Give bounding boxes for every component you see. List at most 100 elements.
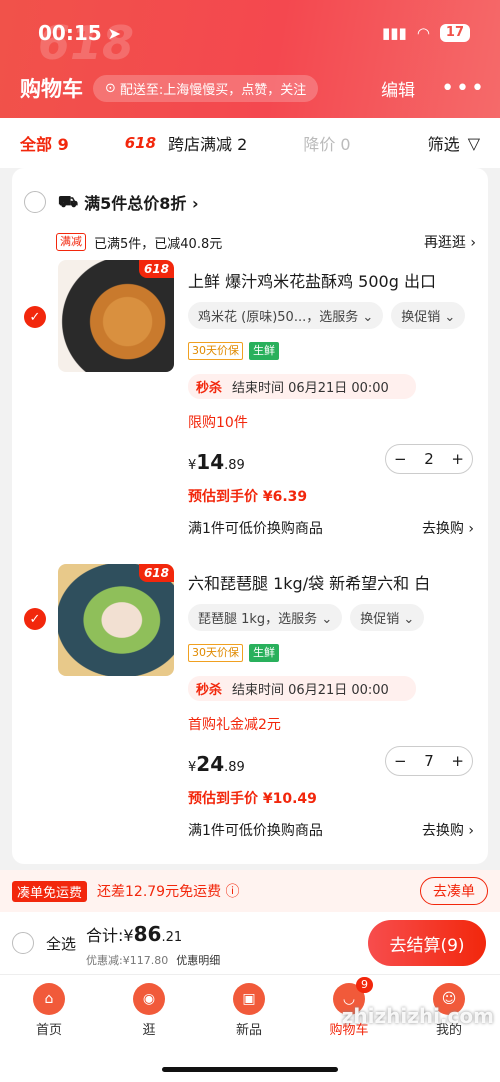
item-1-quantity-stepper: − 2 + [385, 444, 473, 474]
select-all-label: 全选 [46, 934, 77, 953]
decrement-button[interactable]: − [394, 450, 407, 468]
item-1-spec-selector[interactable]: 鸡米花 (原味)50...，选服务 ⌄ [188, 302, 384, 329]
item-1-618-badge: 618 [138, 260, 174, 278]
total-integer: 86 [133, 922, 162, 946]
filter-price-drop[interactable]: 降价 0 [303, 131, 350, 155]
funnel-icon: ▽ [467, 133, 480, 153]
status-time: 00:15 [38, 21, 102, 45]
store-icon: ⛟ [58, 191, 79, 211]
free-shipping-message: 还差12.79元免运费 ⓘ [97, 884, 240, 900]
item-1-price-protect-tag: 30天价保 [188, 342, 243, 360]
item-2-swap-link[interactable]: 去换购 › [422, 820, 474, 840]
page-title: 购物车 [20, 77, 83, 101]
item-2-image[interactable]: 618 [58, 564, 174, 676]
new-products-icon: ▣ [233, 983, 265, 1015]
checkout-bar: 全选 合计:¥86.21 优惠减:¥117.80 优惠明细 去结算(9) [0, 912, 500, 974]
item-1-tags: 30天价保 生鲜 [188, 342, 279, 360]
tab-browse-label: 逛 [142, 1023, 156, 1038]
item-1-quantity[interactable]: 2 [424, 450, 434, 468]
wifi-icon: ◠ [416, 24, 430, 42]
checkmark-icon: ✓ [24, 608, 46, 630]
item-1-swap-text: 满1件可低价换购商品 [188, 521, 323, 537]
filter-bar: 全部 9 618 跨店满减 2 降价 0 筛选 ▽ [0, 118, 500, 168]
checkmark-icon: ✓ [24, 306, 46, 328]
item-2-checkbox[interactable]: ✓ [24, 608, 46, 630]
item-1-promo-selector[interactable]: 换促销 ⌄ [391, 302, 466, 329]
item-2-price: ¥24.89 [188, 752, 245, 776]
item-2-title[interactable]: 六和琵琶腿 1kg/袋 新希望六和 白 [188, 570, 480, 594]
filter-cross-store[interactable]: 跨店满减 2 [168, 131, 247, 155]
item-1-image[interactable]: 618 [58, 260, 174, 372]
item-2-flash-end-time: 结束时间 06月21日 00:00 [232, 683, 389, 698]
tab-new[interactable]: ▣ 新品 [204, 983, 294, 1038]
item-2-flash-label: 秒杀 [196, 683, 223, 698]
battery-level: 17 [439, 24, 470, 42]
increment-button[interactable]: + [451, 752, 464, 770]
shop-promo-text: 满5件总价8折 › [84, 194, 199, 213]
delivery-address[interactable]: ⊙ 配送至:上海慢慢买，点赞，关注 [93, 74, 319, 102]
location-pin-icon: ⊙ [105, 80, 116, 96]
discount-amount: 优惠减:¥117.80 [86, 954, 169, 967]
more-menu-icon[interactable]: ••• [441, 76, 486, 101]
increment-button[interactable]: + [451, 450, 464, 468]
item-1-swap-link[interactable]: 去换购 › [422, 518, 474, 538]
filter-618-badge[interactable]: 618 [125, 134, 156, 152]
item-2-tags: 30天价保 生鲜 [188, 644, 279, 662]
item-1-flash-end-time: 结束时间 06月21日 00:00 [232, 381, 389, 396]
cart-count-badge: 9 [356, 977, 373, 993]
top-nav: 购物车 ⊙ 配送至:上海慢慢买，点赞，关注 编辑 ••• [20, 70, 486, 106]
item-1-flash-sale: 秒杀 结束时间 06月21日 00:00 [188, 374, 416, 399]
total-currency: ¥ [123, 926, 134, 945]
free-shipping-bar: 凑单免运费 还差12.79元免运费 ⓘ 去凑单 [0, 870, 500, 912]
item-2-swap-row: 满1件可低价换购商品 去换购 › [188, 820, 474, 840]
item-2-quantity[interactable]: 7 [424, 752, 434, 770]
item-1-title[interactable]: 上鲜 爆汁鸡米花盐酥鸡 500g 出口 [188, 268, 480, 292]
shop-promo-label[interactable]: ⛟ 满5件总价8折 › [58, 190, 199, 214]
item-1-checkbox[interactable]: ✓ [24, 306, 46, 328]
filter-button[interactable]: 筛选 ▽ [428, 131, 480, 155]
item-2-flash-sale: 秒杀 结束时间 06月21日 00:00 [188, 676, 416, 701]
item-2-estimate: 预估到手价 ¥10.49 [188, 791, 317, 807]
status-bar: 00:15 ➤ ▮▮▮ ◠ 17 [38, 18, 470, 48]
location-arrow-icon: ➤ [107, 23, 122, 43]
filter-label: 筛选 [427, 135, 460, 154]
site-watermark: zhizhizhi.com [341, 1004, 494, 1028]
filter-all[interactable]: 全部 9 [20, 131, 69, 155]
item-2-spec-selector[interactable]: 琵琶腿 1kg，选服务 ⌄ [188, 604, 343, 631]
item-2-618-badge: 618 [138, 564, 174, 582]
item-2-promo-selector[interactable]: 换促销 ⌄ [350, 604, 425, 631]
browse-icon: ◉ [133, 983, 165, 1015]
browse-more-link[interactable]: 再逛逛 › [424, 232, 476, 252]
home-icon: ⌂ [33, 983, 65, 1015]
price-decimal: .89 [224, 760, 245, 775]
tab-new-label: 新品 [235, 1023, 262, 1038]
edit-button[interactable]: 编辑 [381, 76, 415, 101]
decrement-button[interactable]: − [394, 752, 407, 770]
add-items-button[interactable]: 去凑单 [420, 877, 488, 905]
item-1-options: 鸡米花 (原味)50...，选服务 ⌄ 换促销 ⌄ [188, 302, 466, 329]
delivery-address-text: 配送至:上海慢慢买，点赞，关注 [119, 82, 307, 98]
app-header: 618 00:15 ➤ ▮▮▮ ◠ 17 购物车 ⊙ 配送至:上海慢慢买，点赞，… [0, 0, 500, 118]
select-all-checkbox[interactable] [12, 932, 34, 954]
home-indicator[interactable] [162, 1067, 338, 1072]
tab-home[interactable]: ⌂ 首页 [4, 983, 94, 1038]
discount-row: 优惠减:¥117.80 优惠明细 [86, 952, 220, 968]
signal-icon: ▮▮▮ [382, 24, 407, 42]
item-2-options: 琵琶腿 1kg，选服务 ⌄ 换促销 ⌄ [188, 604, 425, 631]
item-2-gift-discount: 首购礼金减2元 [188, 717, 281, 733]
checkout-button[interactable]: 去结算(9) [368, 920, 486, 966]
select-all-toggle[interactable]: 全选 [12, 932, 76, 954]
shop-header: ⛟ 满5件总价8折 › [24, 190, 476, 214]
item-1-price: ¥14.89 [188, 450, 245, 474]
price-integer: 24 [196, 752, 225, 776]
cart-card: ⛟ 满5件总价8折 › 满减 已满5件，已减40.8元 再逛逛 › ✓ 618 … [12, 168, 488, 864]
item-2-swap-text: 满1件可低价换购商品 [188, 823, 323, 839]
shop-checkbox[interactable] [24, 191, 46, 213]
discount-detail-link[interactable]: 优惠明细 [176, 952, 220, 968]
price-decimal: .89 [224, 458, 245, 473]
tab-browse[interactable]: ◉ 逛 [104, 983, 194, 1038]
total-decimal: .21 [161, 930, 183, 945]
price-integer: 14 [196, 450, 225, 474]
bottom-tab-bar: ⌂ 首页 ◉ 逛 ▣ 新品 ◡ 9 购物车 ☺ 我的 zhizhizhi.com [0, 974, 500, 1082]
total-label: 合计: [86, 926, 124, 945]
